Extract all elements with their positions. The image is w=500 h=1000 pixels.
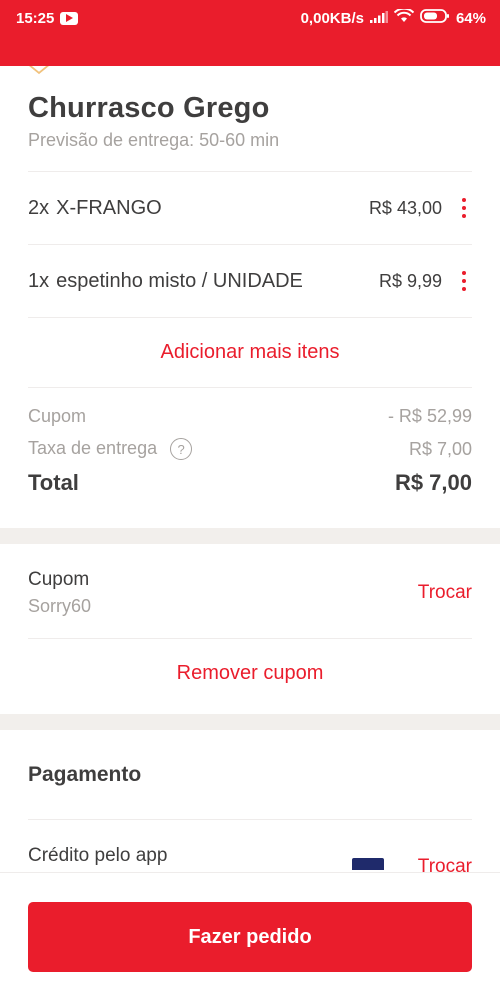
section-separator	[0, 714, 500, 730]
card-brand-icon	[352, 858, 384, 870]
coupon-title: Cupom	[28, 569, 90, 590]
status-time: 15:25	[16, 9, 55, 27]
place-order-button[interactable]: Fazer pedido	[28, 902, 472, 972]
network-speed: 0,00KB/s	[300, 9, 364, 27]
item-name: X-FRANGO	[56, 196, 162, 219]
payment-title: Pagamento	[28, 763, 142, 786]
order-item[interactable]: 2x X-FRANGO R$ 43,00	[28, 172, 472, 244]
youtube-icon	[60, 11, 79, 25]
total-row: Total R$ 7,00	[28, 470, 472, 496]
divider	[28, 387, 472, 388]
coupon-discount-label: Cupom	[28, 406, 87, 426]
chevron-down-icon[interactable]	[26, 66, 52, 81]
item-price: R$ 9,99	[378, 270, 442, 291]
header-band	[0, 36, 500, 66]
delivery-estimate: Previsão de entrega: 50-60 min	[28, 130, 280, 150]
coupon-discount-value: - R$ 52,99	[387, 406, 472, 426]
total-label: Total	[28, 470, 79, 495]
signal-icon	[369, 10, 388, 27]
status-right: 0,00KB/s 64%	[300, 7, 486, 27]
coupon-code: Sorry60	[28, 596, 92, 616]
footer: Fazer pedido	[0, 872, 500, 1000]
remove-coupon-button[interactable]: Remover cupom	[0, 662, 500, 685]
delivery-fee-value: R$ 7,00	[408, 438, 472, 459]
delivery-fee-label: Taxa de entrega	[28, 438, 158, 458]
more-options-icon[interactable]	[456, 271, 472, 291]
status-bar: 15:25 0,00KB/s 64%	[0, 0, 500, 36]
add-more-items-button[interactable]: Adicionar mais itens	[0, 341, 500, 364]
item-price: R$ 43,00	[368, 197, 442, 218]
divider	[28, 819, 472, 820]
battery-icon	[420, 9, 450, 27]
restaurant-name: Churrasco Grego	[28, 92, 270, 124]
battery-percent: 64%	[455, 9, 486, 27]
item-quantity: 2x	[28, 196, 50, 219]
payment-method: Crédito pelo app	[28, 845, 168, 866]
total-value: R$ 7,00	[394, 470, 472, 495]
coupon-discount-row: Cupom - R$ 52,99	[28, 406, 472, 427]
status-left: 15:25	[16, 9, 79, 27]
more-options-icon[interactable]	[456, 198, 472, 218]
wifi-icon	[393, 7, 415, 27]
help-icon[interactable]: ?	[170, 438, 193, 461]
divider	[28, 638, 472, 639]
section-separator	[0, 528, 500, 544]
order-sheet[interactable]: Churrasco Grego Previsão de entrega: 50-…	[0, 66, 500, 886]
item-quantity: 1x	[28, 269, 50, 292]
delivery-fee-row: Taxa de entrega ? R$ 7,00	[28, 438, 472, 461]
change-coupon-button[interactable]: Trocar	[418, 582, 472, 604]
delivery-fee-label-wrap: Taxa de entrega ?	[28, 438, 193, 461]
item-name: espetinho misto / UNIDADE	[56, 269, 303, 292]
order-item[interactable]: 1x espetinho misto / UNIDADE R$ 9,99	[28, 245, 472, 317]
divider	[28, 317, 472, 318]
